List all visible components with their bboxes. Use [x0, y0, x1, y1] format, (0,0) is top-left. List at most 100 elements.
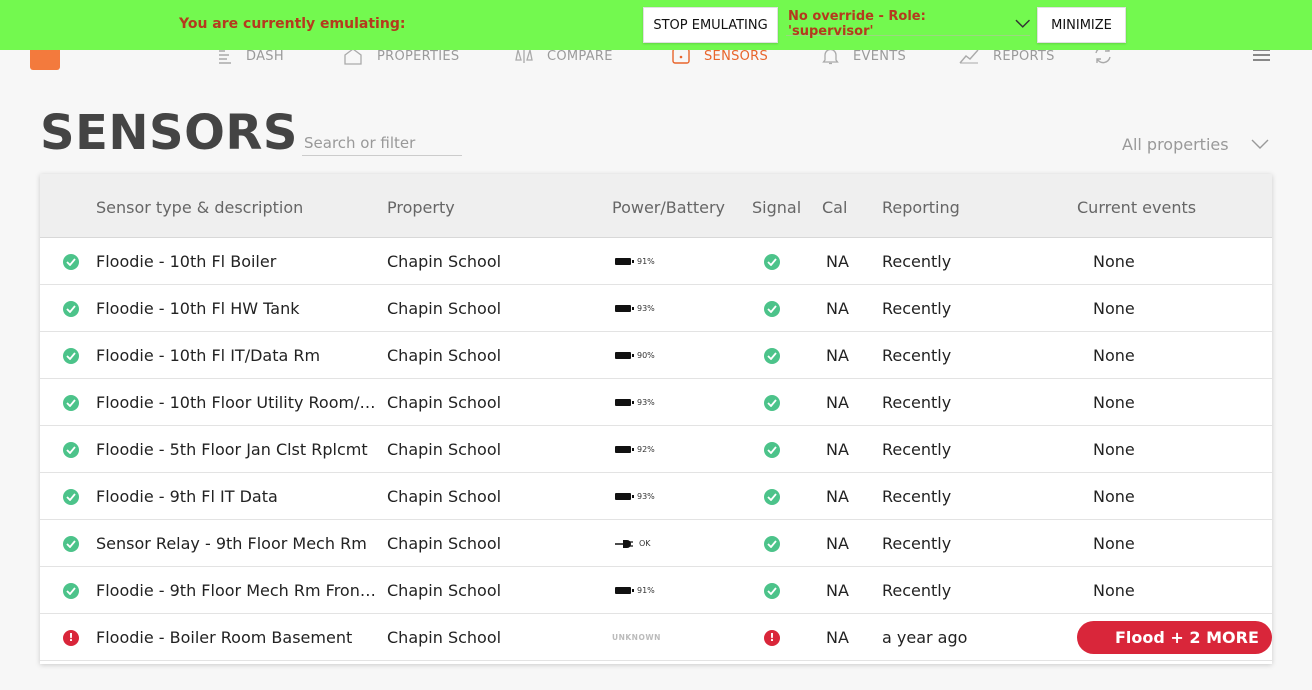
status-cell	[63, 285, 79, 332]
property-cell: Chapin School	[387, 487, 502, 506]
signal-ok-icon	[764, 394, 780, 411]
signal-ok-icon	[764, 300, 780, 317]
chevron-down-icon	[1014, 19, 1030, 28]
power-value: 93%	[637, 304, 655, 313]
cal-cell: NA	[826, 252, 849, 271]
header-events[interactable]: Current events	[1077, 198, 1196, 217]
battery-icon	[615, 587, 634, 594]
table-row[interactable]: Floodie - 9th Fl IT Data Chapin School 93%…	[40, 473, 1272, 520]
property-filter-value: All properties	[1122, 135, 1229, 154]
property-filter-select[interactable]: All properties	[1122, 135, 1269, 154]
property-cell: Chapin School	[387, 534, 502, 553]
stop-emulating-button[interactable]: STOP EMULATING	[643, 7, 778, 43]
status-ok-icon	[63, 535, 79, 552]
reporting-cell: Recently	[882, 487, 952, 506]
minimize-button[interactable]: MINIMIZE	[1037, 7, 1126, 43]
menu-icon[interactable]	[1253, 49, 1270, 64]
table-row[interactable]: Floodie - 5th Floor Jan Clst Rplcmt Chapi…	[40, 426, 1272, 473]
header-power[interactable]: Power/Battery	[612, 198, 725, 217]
nav-reports-label: REPORTS	[993, 48, 1055, 64]
signal-cell	[764, 285, 780, 332]
table-header: Sensor type & description Property Power…	[40, 174, 1272, 238]
status-cell: !	[63, 614, 79, 661]
signal-alert-icon: !	[764, 629, 780, 646]
status-ok-icon	[63, 488, 79, 505]
power-value: 91%	[637, 257, 655, 266]
table-row[interactable]: Floodie - 10th Fl IT/Data Rm Chapin Schoo…	[40, 332, 1272, 379]
signal-cell	[764, 379, 780, 426]
power-value: 93%	[637, 398, 655, 407]
nav-compare-label: COMPARE	[547, 48, 613, 64]
power-value: 92%	[637, 445, 655, 454]
role-override-select[interactable]: No override - Role: 'supervisor'	[786, 8, 1030, 39]
description-cell[interactable]: Floodie - 10th Fl HW Tank	[96, 285, 376, 332]
table-row[interactable]: Floodie - 10th Fl HW Tank Chapin School 93…	[40, 285, 1272, 332]
description-cell[interactable]: Floodie - 5th Floor Jan Clst Rplcmt	[96, 426, 376, 473]
battery-icon	[615, 399, 634, 406]
signal-cell	[764, 520, 780, 567]
nav-dash-label: DASH	[246, 48, 284, 64]
role-override-value: No override - Role: 'supervisor'	[788, 8, 926, 39]
signal-ok-icon	[764, 253, 780, 270]
nav-events-label: EVENTS	[853, 48, 907, 64]
nav-sensors-label: SENSORS	[704, 48, 769, 64]
description-cell[interactable]: Floodie - Boiler Room Basement	[96, 614, 376, 661]
power-cell: UNKNOWN	[612, 614, 661, 661]
sensor-description: Floodie - 10th Fl HW Tank	[96, 299, 300, 318]
property-cell: Chapin School	[387, 581, 502, 600]
status-ok-icon	[63, 347, 79, 364]
description-cell[interactable]: Floodie - 10th Fl Boiler	[96, 238, 376, 285]
header-cal[interactable]: Cal	[822, 198, 847, 217]
power-cell: 93%	[615, 379, 655, 426]
description-cell[interactable]: Floodie - 10th Floor Utility Room/La...	[96, 379, 376, 426]
status-ok-icon	[63, 394, 79, 411]
signal-cell: !	[764, 614, 780, 661]
property-cell: Chapin School	[387, 393, 502, 412]
table-row[interactable]: Floodie - 9th Floor Mech Rm Front ... Cha…	[40, 567, 1272, 614]
current-events-cell: None	[1093, 393, 1135, 412]
description-cell[interactable]: Floodie - 9th Floor Mech Rm Front ...	[96, 567, 376, 614]
header-reporting[interactable]: Reporting	[882, 198, 960, 217]
table-row[interactable]: ! Floodie - Boiler Room Basement Chapin Sc…	[40, 614, 1272, 661]
current-events-cell: None	[1093, 346, 1135, 365]
cal-cell: NA	[826, 299, 849, 318]
signal-cell	[764, 473, 780, 520]
sensor-description: Floodie - 10th Fl IT/Data Rm	[96, 346, 321, 365]
header-description[interactable]: Sensor type & description	[96, 198, 303, 217]
sensor-description: Floodie - Boiler Room Basement	[96, 628, 353, 647]
status-cell	[63, 426, 79, 473]
reporting-cell: Recently	[882, 393, 952, 412]
description-cell[interactable]: Floodie - 10th Fl IT/Data Rm	[96, 332, 376, 379]
signal-cell	[764, 426, 780, 473]
signal-ok-icon	[764, 347, 780, 364]
cal-cell: NA	[826, 393, 849, 412]
current-events-cell: None	[1093, 487, 1135, 506]
reporting-cell: Recently	[882, 581, 952, 600]
signal-ok-icon	[764, 488, 780, 505]
header-signal[interactable]: Signal	[752, 198, 801, 217]
chevron-down-icon	[1251, 139, 1269, 149]
table-row[interactable]: Sensor Relay - 9th Floor Mech Rm Chapin S…	[40, 520, 1272, 567]
signal-cell	[764, 238, 780, 285]
power-value: 91%	[637, 586, 655, 595]
cal-cell: NA	[826, 628, 849, 647]
description-cell[interactable]: Floodie - 9th Fl IT Data	[96, 473, 376, 520]
sensors-table: Sensor type & description Property Power…	[40, 174, 1272, 664]
search-input[interactable]	[302, 130, 462, 156]
reporting-cell: Recently	[882, 252, 952, 271]
reporting-cell: a year ago	[882, 628, 968, 647]
status-cell	[63, 473, 79, 520]
status-ok-icon	[63, 441, 79, 458]
table-row[interactable]: Floodie - 10th Floor Utility Room/La... C…	[40, 379, 1272, 426]
current-events-cell: None	[1093, 299, 1135, 318]
current-events-cell: None	[1093, 252, 1135, 271]
dash-icon	[219, 50, 231, 64]
current-events-badge[interactable]: Flood + 2 MORE	[1077, 621, 1272, 654]
description-cell[interactable]: Sensor Relay - 9th Floor Mech Rm	[96, 520, 376, 567]
cal-cell: NA	[826, 346, 849, 365]
header-property[interactable]: Property	[387, 198, 455, 217]
power-cell: 93%	[615, 473, 655, 520]
power-cell: OK	[615, 520, 651, 567]
signal-ok-icon	[764, 535, 780, 552]
table-row[interactable]: Floodie - 10th Fl Boiler Chapin School 91%…	[40, 238, 1272, 285]
